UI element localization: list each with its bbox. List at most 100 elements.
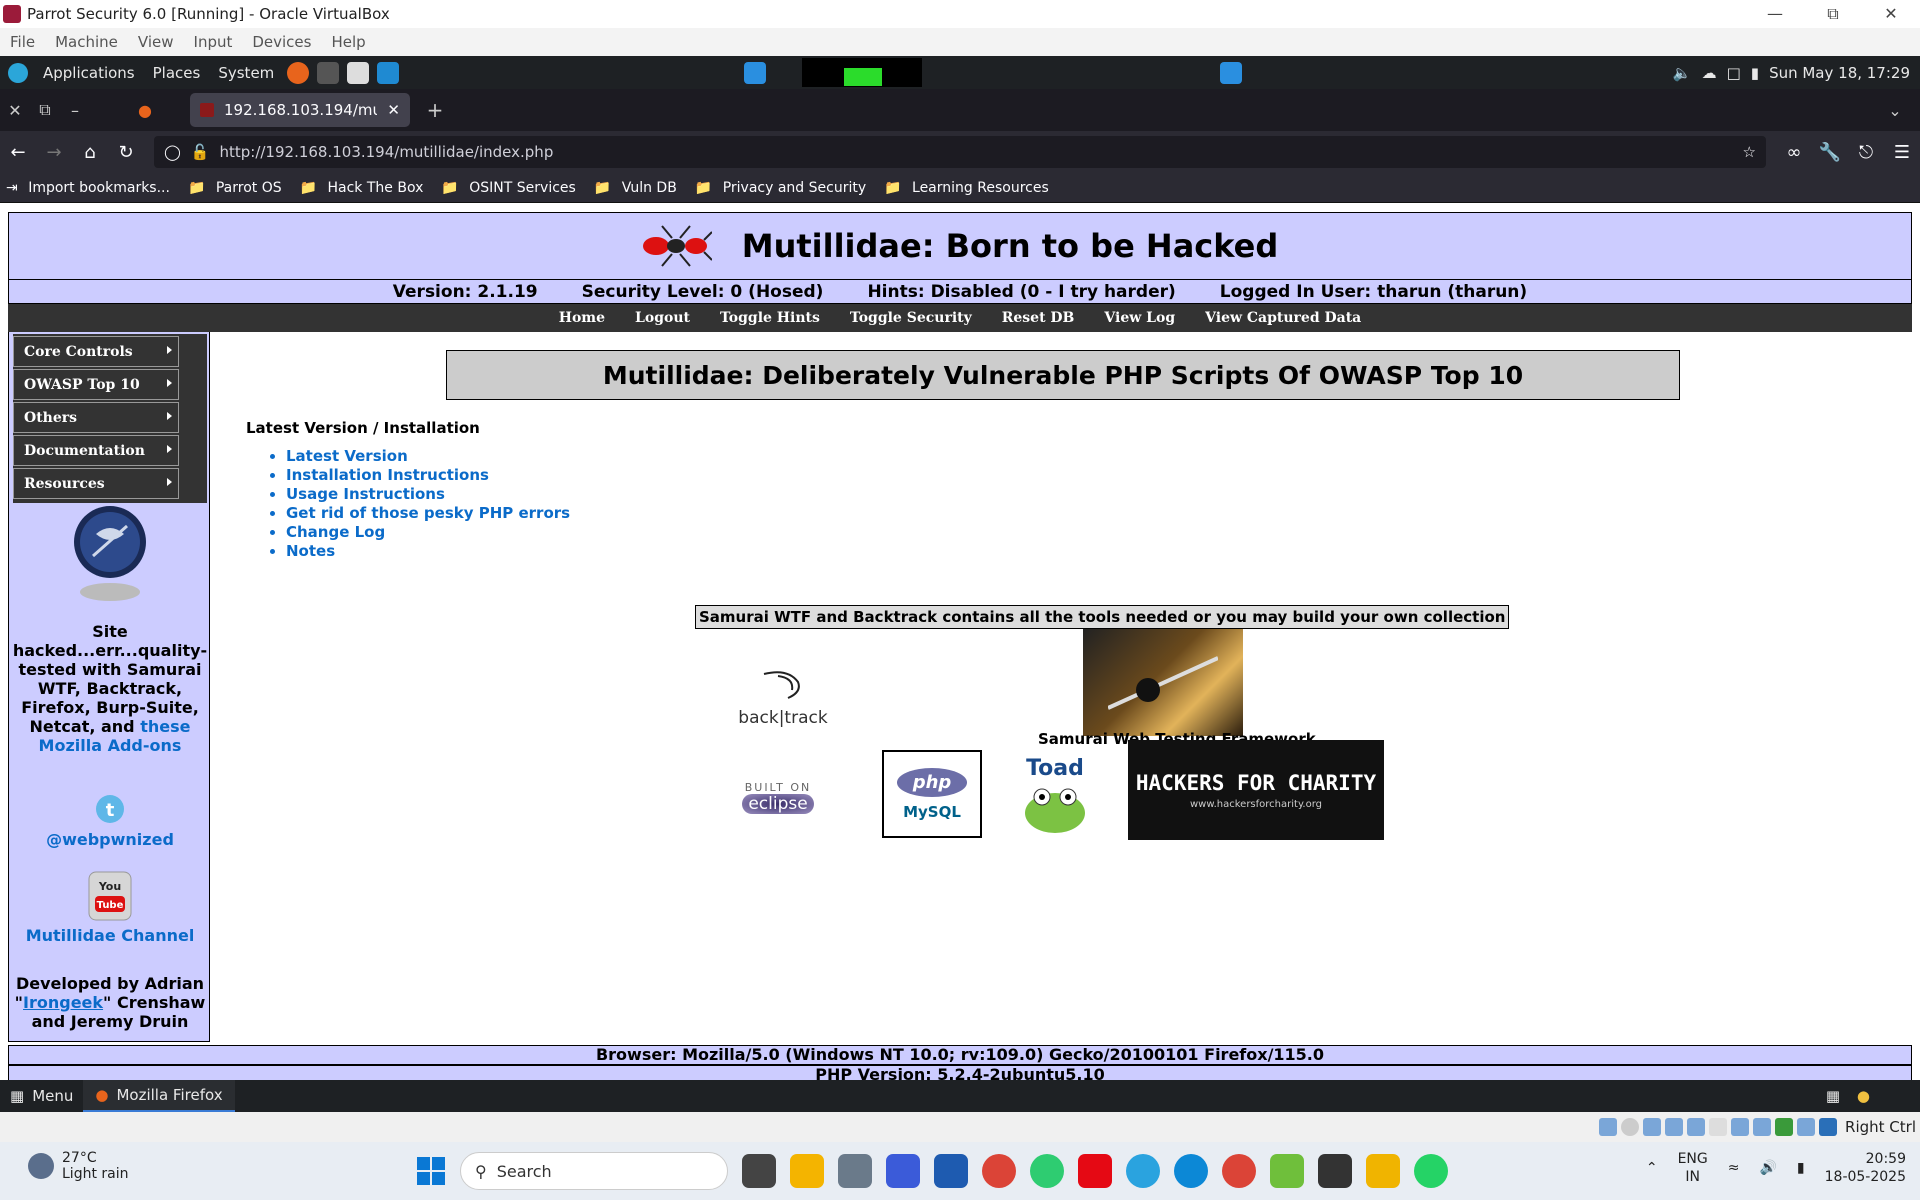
eclipse-logo[interactable]: BUILT ON eclipse xyxy=(728,762,828,832)
extensions-icon[interactable]: ⎋ xyxy=(1848,142,1884,163)
network-icon[interactable] xyxy=(1665,1118,1684,1136)
wrench-icon[interactable]: 🔧 xyxy=(1812,142,1848,163)
terminal-launcher-icon[interactable] xyxy=(317,61,340,84)
file-explorer-icon[interactable] xyxy=(790,1154,824,1188)
usage-instructions-link[interactable]: Usage Instructions xyxy=(286,485,445,503)
app-icon-4[interactable] xyxy=(1318,1154,1352,1188)
shared-folders-icon[interactable] xyxy=(1709,1118,1728,1136)
vbox-menu-devices[interactable]: Devices xyxy=(242,33,321,51)
cloud-sync-icon-2[interactable] xyxy=(1220,62,1242,84)
workspace-icon[interactable]: ▦ xyxy=(1826,1087,1840,1105)
keyboard-icon[interactable] xyxy=(1819,1118,1838,1136)
bookmark-hack-the-box[interactable]: 📁 Hack The Box xyxy=(294,180,436,196)
notes-link[interactable]: Notes xyxy=(286,542,335,560)
notification-icon[interactable]: ● xyxy=(1857,1087,1870,1105)
audio-icon[interactable] xyxy=(1643,1118,1662,1136)
sidebar-item-documentation[interactable]: Documentation xyxy=(13,435,179,466)
tracking-shield-icon[interactable]: ◯ xyxy=(164,143,181,161)
url-text[interactable]: http://192.168.103.194/mutillidae/index.… xyxy=(219,143,553,161)
app-icon-2[interactable] xyxy=(886,1154,920,1188)
parrot-logo-icon[interactable] xyxy=(8,62,28,83)
bookmark-osint[interactable]: 📁 OSINT Services xyxy=(435,180,587,196)
wifi-icon[interactable]: ≈ xyxy=(1728,1160,1740,1176)
vbox-menu-help[interactable]: Help xyxy=(321,33,375,51)
sidebar-item-resources[interactable]: Resources xyxy=(13,468,179,499)
bookmark-star-icon[interactable]: ☆ xyxy=(1743,143,1756,161)
mouse-integration-icon[interactable] xyxy=(1797,1118,1816,1136)
cloud-sync-icon[interactable] xyxy=(744,62,766,84)
url-bar[interactable]: ◯ 🔓 http://192.168.103.194/mutillidae/in… xyxy=(154,136,1766,168)
twitter-handle-link[interactable]: @webpwnized xyxy=(46,830,174,849)
list-item[interactable]: Get rid of those pesky PHP errors xyxy=(286,504,570,523)
weather-widget[interactable]: 27°C Light rain xyxy=(28,1150,129,1182)
display-status-icon[interactable] xyxy=(1731,1118,1750,1136)
nav-view-log[interactable]: View Log xyxy=(1104,310,1175,326)
restore-window-icon[interactable]: ⧉ xyxy=(30,100,60,120)
vbox-taskbar-icon[interactable] xyxy=(1270,1154,1304,1188)
irongeek-link[interactable]: Irongeek xyxy=(23,993,103,1012)
telegram-icon[interactable] xyxy=(1126,1154,1160,1188)
list-item[interactable]: Usage Instructions xyxy=(286,485,570,504)
backtrack-logo[interactable]: back|track xyxy=(728,658,838,738)
bookmark-privacy[interactable]: 📁 Privacy and Security xyxy=(689,180,878,196)
app-icon-5[interactable] xyxy=(1366,1154,1400,1188)
hard-disk-icon[interactable] xyxy=(1599,1118,1618,1136)
private-mask-icon[interactable]: ∞ xyxy=(1776,142,1812,163)
usb-icon[interactable] xyxy=(1687,1118,1706,1136)
restore-button[interactable]: ⧉ xyxy=(1804,0,1862,28)
back-icon[interactable]: ← xyxy=(0,142,36,163)
list-item[interactable]: Notes xyxy=(286,542,570,561)
chrome-icon[interactable] xyxy=(982,1154,1016,1188)
change-log-link[interactable]: Change Log xyxy=(286,523,385,541)
vscode-launcher-icon[interactable] xyxy=(377,61,400,84)
nav-reset-db[interactable]: Reset DB xyxy=(1002,310,1075,326)
vbox-menu-machine[interactable]: Machine xyxy=(45,33,128,51)
home-icon[interactable]: ⌂ xyxy=(72,142,108,163)
text-editor-launcher-icon[interactable] xyxy=(347,61,370,84)
sidebar-item-owasp-top-10[interactable]: OWASP Top 10 xyxy=(13,369,179,400)
weather-tray-icon[interactable]: ☁ xyxy=(1702,64,1717,82)
volume-icon[interactable]: 🔈 xyxy=(1673,64,1692,82)
optical-drive-icon[interactable] xyxy=(1621,1118,1640,1136)
insecure-lock-icon[interactable]: 🔓 xyxy=(191,143,210,161)
bookmark-parrot-os[interactable]: 📁 Parrot OS xyxy=(182,180,294,196)
netflix-icon[interactable] xyxy=(1078,1154,1112,1188)
list-item[interactable]: Latest Version xyxy=(286,447,570,466)
app-icon-3[interactable] xyxy=(1030,1154,1064,1188)
cpu-icon[interactable] xyxy=(1775,1118,1794,1136)
list-item[interactable]: Change Log xyxy=(286,523,570,542)
close-window-icon[interactable]: ✕ xyxy=(0,101,30,120)
tab-close-icon[interactable]: ✕ xyxy=(387,101,400,119)
php-mysql-logo[interactable]: php MySQL xyxy=(882,750,982,838)
battery-icon[interactable]: ▮ xyxy=(1751,64,1759,82)
youtube-channel-link[interactable]: Mutillidae Channel xyxy=(26,926,195,945)
speaker-icon[interactable]: 🔊 xyxy=(1759,1160,1776,1176)
samurai-image[interactable] xyxy=(1083,629,1243,736)
recording-icon[interactable] xyxy=(1753,1118,1772,1136)
places-menu[interactable]: Places xyxy=(144,64,210,82)
chrome-profile-icon[interactable] xyxy=(1222,1154,1256,1188)
taskbar-firefox[interactable]: ● Mozilla Firefox xyxy=(83,1080,235,1112)
app-icon-1[interactable] xyxy=(838,1154,872,1188)
applications-menu[interactable]: Applications xyxy=(34,64,144,82)
whatsapp-icon[interactable] xyxy=(1414,1154,1448,1188)
vbox-menu-file[interactable]: File xyxy=(0,33,45,51)
reload-icon[interactable]: ↻ xyxy=(108,142,144,163)
system-menu[interactable]: System xyxy=(209,64,283,82)
taskbar-clock[interactable]: 20:59 18-05-2025 xyxy=(1825,1150,1906,1186)
display-icon[interactable]: □ xyxy=(1727,64,1741,82)
parrot-menu-button[interactable]: ▦ Menu xyxy=(0,1087,83,1105)
firefox-launcher-icon[interactable] xyxy=(287,61,310,84)
minimize-window-icon[interactable]: – xyxy=(60,101,90,120)
battery-tray-icon[interactable]: ▮ xyxy=(1797,1160,1805,1176)
nav-home[interactable]: Home xyxy=(559,310,605,326)
tray-overflow-icon[interactable]: ⌃ xyxy=(1646,1160,1658,1176)
nav-toggle-security[interactable]: Toggle Security xyxy=(850,310,972,326)
panel-clock[interactable]: Sun May 18, 17:29 xyxy=(1769,64,1910,82)
latest-version-link[interactable]: Latest Version xyxy=(286,447,408,465)
tab-mutillidae[interactable]: 192.168.103.194/mutillida ✕ xyxy=(190,93,410,127)
vbox-menu-input[interactable]: Input xyxy=(184,33,243,51)
nav-view-captured-data[interactable]: View Captured Data xyxy=(1205,310,1361,326)
twitter-block[interactable]: t @webpwnized xyxy=(9,792,211,849)
list-item[interactable]: Installation Instructions xyxy=(286,466,570,485)
